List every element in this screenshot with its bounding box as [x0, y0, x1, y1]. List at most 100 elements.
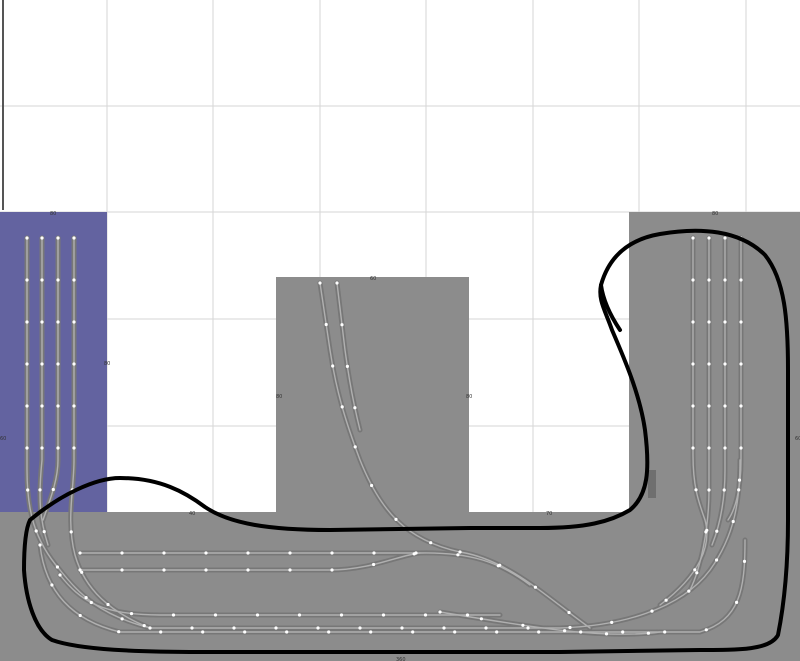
track-joint: [318, 281, 322, 285]
dimension-label: 360: [396, 657, 406, 661]
dimension-label: 80: [50, 211, 56, 217]
track-joint: [458, 550, 462, 554]
track-joint: [56, 446, 60, 450]
track-joint: [50, 583, 54, 587]
track-joint: [330, 551, 334, 555]
track-joint: [345, 364, 349, 368]
track-joint: [429, 541, 433, 545]
track-joint: [72, 320, 76, 324]
track-joint: [621, 630, 625, 634]
track-joint: [204, 568, 208, 572]
main-baseboard[interactable]: [0, 212, 800, 661]
track-joint: [40, 236, 44, 240]
track-joint: [330, 568, 334, 572]
track-joint: [69, 530, 73, 534]
track-joint: [694, 488, 698, 492]
track-joint: [56, 278, 60, 282]
dimension-label: 40: [189, 511, 195, 517]
track-joint: [442, 626, 446, 630]
track-joint: [40, 320, 44, 324]
track-joint: [56, 236, 60, 240]
staging-yard-board[interactable]: [0, 212, 107, 512]
track-joint: [56, 320, 60, 324]
track-joint: [484, 626, 488, 630]
track-joint: [687, 589, 691, 593]
track-joint: [723, 320, 727, 324]
track-joint: [704, 628, 708, 632]
track-plan-canvas[interactable]: 80 80 60 80 80 80 60 60 40 70 360: [0, 0, 800, 661]
track-joint: [288, 551, 292, 555]
track-joint: [324, 322, 328, 327]
track-joint: [737, 478, 742, 482]
track-joint: [25, 446, 29, 450]
track-joint: [129, 612, 134, 616]
track-joint: [707, 362, 711, 366]
track-joint: [25, 278, 29, 282]
track-joint: [120, 568, 124, 572]
track-joint: [117, 630, 121, 634]
dimension-label: 60: [795, 436, 800, 442]
track-joint: [722, 488, 726, 492]
track-joint: [707, 236, 711, 240]
track-joint: [691, 362, 695, 366]
track-joint: [159, 630, 163, 634]
track-joint: [40, 446, 44, 450]
dimension-label: 60: [0, 436, 6, 442]
baseboard-group: [0, 212, 800, 661]
track-joint: [381, 613, 386, 617]
track-joint: [568, 625, 572, 630]
track-joint: [691, 446, 695, 450]
track-joint: [372, 562, 376, 567]
track-joint: [243, 630, 247, 634]
track-joint: [40, 362, 44, 366]
dimension-label: 60: [370, 276, 376, 282]
track-joint: [316, 626, 320, 630]
track-joint: [707, 320, 711, 324]
track-joint: [579, 630, 583, 634]
bumper-stop: [648, 470, 656, 498]
track-joint: [204, 551, 208, 555]
track-joint: [148, 626, 152, 630]
track-joint: [691, 404, 695, 408]
track-joint: [106, 602, 110, 607]
track-joint: [84, 596, 88, 600]
track-joint: [331, 364, 335, 368]
track-joint: [190, 626, 194, 630]
track-joint: [604, 632, 609, 636]
track-joint: [723, 236, 727, 240]
track-joint: [691, 236, 695, 240]
track-joint: [739, 404, 743, 408]
track-joint: [456, 553, 460, 557]
track-joint: [693, 568, 697, 572]
track-joint: [438, 610, 442, 614]
track-joint: [246, 551, 250, 555]
track-joint: [465, 613, 470, 617]
track-joint: [646, 631, 651, 635]
track-joint: [162, 568, 166, 572]
track-joint: [563, 629, 567, 633]
track-joint: [78, 551, 82, 555]
track-joint: [25, 320, 29, 324]
dimension-label: 80: [466, 394, 472, 400]
track-joint: [274, 626, 278, 630]
track-joint: [495, 630, 499, 634]
track-joint: [42, 530, 46, 534]
track-joint: [715, 529, 719, 533]
track-joint: [423, 613, 428, 617]
track-joint: [498, 563, 502, 567]
track-joint: [51, 487, 55, 492]
track-joint: [664, 598, 668, 602]
track-joint: [735, 600, 739, 605]
track-joint: [739, 446, 743, 450]
track-joint: [58, 573, 62, 577]
track-joint: [232, 626, 236, 630]
track-joint: [255, 613, 260, 617]
track-joint: [297, 613, 302, 617]
dimension-label: 70: [546, 511, 552, 517]
track-joint: [610, 620, 614, 625]
track-joint: [704, 530, 708, 534]
track-joint: [120, 551, 124, 555]
track-joint: [288, 568, 292, 572]
track-joint: [707, 488, 711, 492]
track-joint: [55, 565, 60, 569]
